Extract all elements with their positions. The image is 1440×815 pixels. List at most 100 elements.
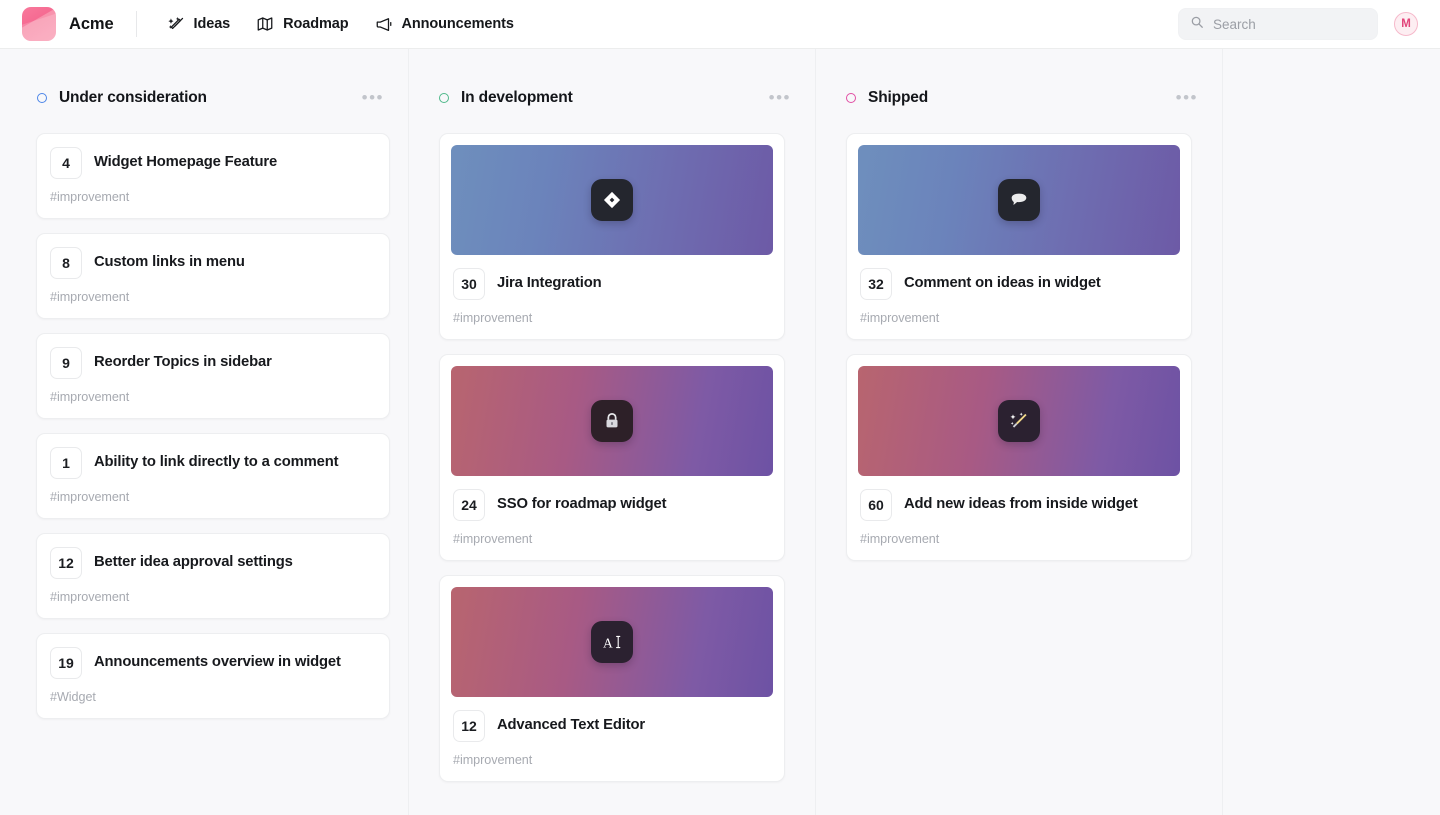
card-title: SSO for roadmap widget [497,496,666,514]
card-banner [451,145,773,255]
card-title: Custom links in menu [94,254,245,272]
column-title: Shipped [868,89,928,107]
column-header: Shipped ••• [816,85,1222,111]
nav-item-roadmap[interactable]: Roadmap [245,8,359,40]
card-main: 30 Jira Integration [440,255,784,300]
card-main: 12 Advanced Text Editor [440,697,784,742]
vote-count[interactable]: 30 [453,268,485,300]
magic-wand-icon [998,400,1040,442]
idea-card[interactable]: 4 Widget Homepage Feature #improvement [36,133,390,219]
board-empty-area [1222,49,1440,815]
main-navigation: Ideas Roadmap Announcements [157,8,525,40]
idea-card[interactable]: 12 Better idea approval settings #improv… [36,533,390,619]
idea-card[interactable]: A 12 Advanced Text Editor #improvement [439,575,785,782]
vote-count[interactable]: 12 [50,547,82,579]
column-cards: 30 Jira Integration #improvement [409,133,815,782]
status-circle-icon [846,93,856,103]
brand-name: Acme [69,15,114,34]
status-circle-icon [37,93,47,103]
card-title: Widget Homepage Feature [94,154,277,172]
lock-icon [591,400,633,442]
card-tag[interactable]: #improvement [37,579,389,618]
idea-card[interactable]: 24 SSO for roadmap widget #improvement [439,354,785,561]
card-banner [451,366,773,476]
magic-wand-icon [168,16,185,33]
card-tag[interactable]: #improvement [440,521,784,560]
status-circle-icon [439,93,449,103]
vote-count[interactable]: 32 [860,268,892,300]
avatar[interactable]: M [1394,12,1418,36]
column-menu-button[interactable]: ••• [360,93,386,103]
toolbar-divider [136,11,137,37]
board-column-under-consideration: Under consideration ••• 4 Widget Homepag… [0,49,408,815]
card-tag[interactable]: #improvement [37,479,389,518]
card-main: 9 Reorder Topics in sidebar [37,334,389,379]
top-navigation-bar: Acme Ideas Roadmap [0,0,1440,49]
text-cursor-icon: A [591,621,633,663]
card-title: Better idea approval settings [94,554,293,572]
card-tag[interactable]: #improvement [847,300,1191,339]
vote-count[interactable]: 8 [50,247,82,279]
board-column-in-development: In development ••• 30 Jira Integration [408,49,815,815]
card-title: Reorder Topics in sidebar [94,354,272,372]
card-banner: A [451,587,773,697]
vote-count[interactable]: 60 [860,489,892,521]
card-main: 1 Ability to link directly to a comment [37,434,389,479]
card-main: 19 Announcements overview in widget [37,634,389,679]
roadmap-board: Under consideration ••• 4 Widget Homepag… [0,49,1440,815]
vote-count[interactable]: 1 [50,447,82,479]
column-cards: 32 Comment on ideas in widget #improveme… [816,133,1222,561]
vote-count[interactable]: 24 [453,489,485,521]
nav-item-announcements[interactable]: Announcements [364,8,525,40]
column-menu-button[interactable]: ••• [767,93,793,103]
vote-count[interactable]: 19 [50,647,82,679]
card-tag[interactable]: #improvement [37,379,389,418]
card-main: 60 Add new ideas from inside widget [847,476,1191,521]
card-banner [858,145,1180,255]
search-icon [1190,15,1204,34]
idea-card[interactable]: 9 Reorder Topics in sidebar #improvement [36,333,390,419]
map-icon [256,15,274,33]
vote-count[interactable]: 9 [50,347,82,379]
brand[interactable]: Acme [22,7,114,41]
svg-text:A: A [603,636,613,651]
card-tag[interactable]: #improvement [37,279,389,318]
idea-card[interactable]: 32 Comment on ideas in widget #improveme… [846,133,1192,340]
column-title: In development [461,89,573,107]
card-main: 4 Widget Homepage Feature [37,134,389,179]
acme-logo-icon [22,7,56,41]
card-title: Add new ideas from inside widget [904,496,1138,514]
topbar-right-group: M [1178,8,1418,40]
column-header: In development ••• [409,85,815,111]
megaphone-icon [375,15,393,33]
card-title: Advanced Text Editor [497,717,645,735]
vote-count[interactable]: 4 [50,147,82,179]
card-title: Jira Integration [497,275,602,293]
nav-item-ideas[interactable]: Ideas [157,9,242,40]
column-title: Under consideration [59,89,207,107]
diamond-icon [591,179,633,221]
idea-card[interactable]: 8 Custom links in menu #improvement [36,233,390,319]
vote-count[interactable]: 12 [453,710,485,742]
card-tag[interactable]: #Widget [37,679,389,718]
column-menu-button[interactable]: ••• [1174,93,1200,103]
card-tag[interactable]: #improvement [37,179,389,218]
idea-card[interactable]: 60 Add new ideas from inside widget #imp… [846,354,1192,561]
idea-card[interactable]: 1 Ability to link directly to a comment … [36,433,390,519]
nav-item-ideas-label: Ideas [194,16,231,32]
nav-item-announcements-label: Announcements [402,16,514,32]
speech-balloon-icon [998,179,1040,221]
board-column-shipped: Shipped ••• 32 Comment on ideas in widge… [815,49,1222,815]
idea-card[interactable]: 19 Announcements overview in widget #Wid… [36,633,390,719]
idea-card[interactable]: 30 Jira Integration #improvement [439,133,785,340]
search-box[interactable] [1178,8,1378,40]
column-header: Under consideration ••• [0,85,408,111]
card-tag[interactable]: #improvement [440,742,784,781]
card-title: Comment on ideas in widget [904,275,1101,293]
card-tag[interactable]: #improvement [440,300,784,339]
search-input[interactable] [1213,17,1366,32]
card-banner [858,366,1180,476]
nav-item-roadmap-label: Roadmap [283,16,348,32]
card-tag[interactable]: #improvement [847,521,1191,560]
card-main: 12 Better idea approval settings [37,534,389,579]
